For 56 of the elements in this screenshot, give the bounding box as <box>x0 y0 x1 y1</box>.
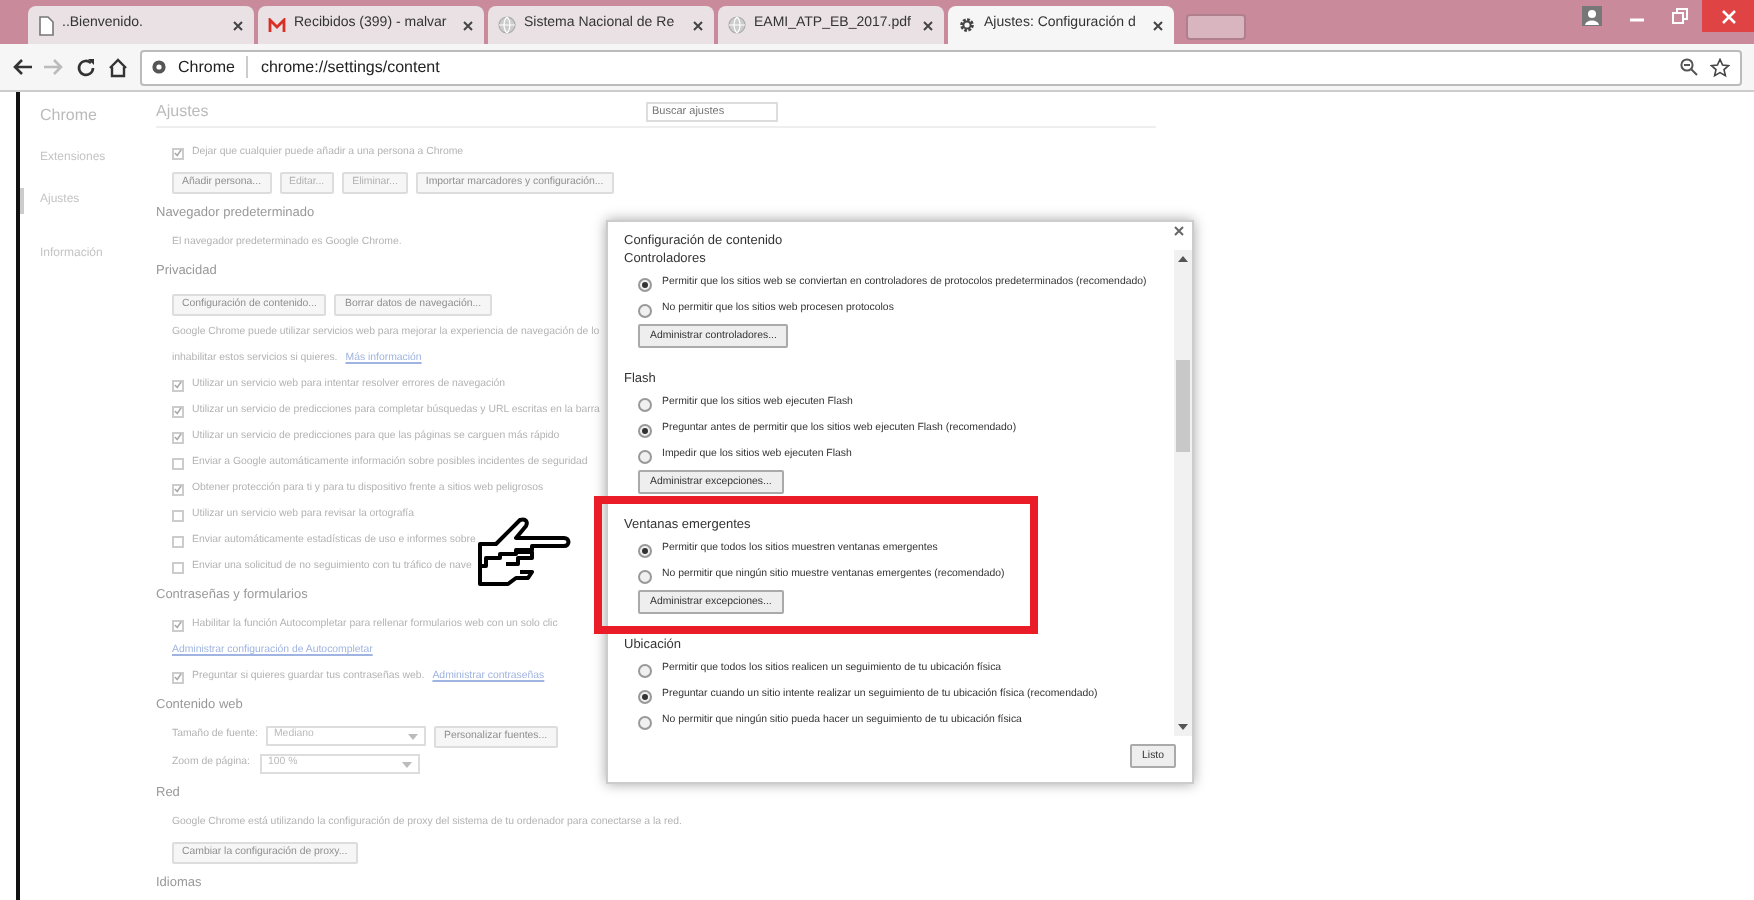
page-icon <box>38 15 54 35</box>
url-scheme-label: Chrome <box>178 55 235 79</box>
close-icon <box>692 19 704 31</box>
url-text: chrome://settings/content <box>260 55 442 79</box>
close-icon <box>232 19 244 31</box>
user-icon <box>1582 6 1602 26</box>
radio-button[interactable] <box>638 397 652 412</box>
sidebar-title: Chrome <box>40 104 99 128</box>
radio-button[interactable] <box>638 543 652 558</box>
home-icon <box>108 57 128 77</box>
checkbox[interactable] <box>172 147 184 159</box>
back-icon <box>12 58 32 76</box>
zoom-icon <box>1680 58 1698 76</box>
radio-button[interactable] <box>638 423 652 438</box>
close-icon <box>1174 226 1184 236</box>
checkbox[interactable] <box>172 431 184 443</box>
close-icon <box>1152 19 1164 31</box>
checkbox[interactable] <box>172 405 184 417</box>
checkbox[interactable] <box>172 671 184 683</box>
caret-icon <box>407 733 418 739</box>
checkbox[interactable] <box>172 483 184 495</box>
radio-button[interactable] <box>638 303 652 318</box>
radio-button[interactable] <box>638 663 652 678</box>
star-icon <box>1710 57 1730 77</box>
gear-icon <box>958 16 976 34</box>
globe-icon <box>728 16 746 34</box>
radio-button[interactable] <box>638 449 652 464</box>
radio-button[interactable] <box>638 715 652 730</box>
address-bar[interactable]: Chrome chrome://settings/content <box>140 49 1742 85</box>
close-icon <box>462 19 474 31</box>
radio-button[interactable] <box>638 569 652 584</box>
reload-icon <box>76 57 96 77</box>
checkbox[interactable] <box>172 457 184 469</box>
pointing-hand-icon <box>476 516 572 592</box>
globe-icon <box>498 16 516 34</box>
close-icon <box>1721 9 1735 23</box>
checkbox[interactable] <box>172 509 184 521</box>
scroll-down-icon <box>1178 724 1188 730</box>
scrollbar-thumb[interactable] <box>1176 360 1190 452</box>
page-title: Ajustes <box>156 99 211 123</box>
forward-icon <box>44 58 64 76</box>
scrollbar[interactable] <box>1174 250 1192 736</box>
new-tab-button[interactable] <box>1186 14 1246 40</box>
checkbox[interactable] <box>172 379 184 391</box>
mail-icon <box>268 17 286 33</box>
checkbox[interactable] <box>172 619 184 631</box>
close-button[interactable] <box>1174 226 1184 236</box>
restore-icon <box>1672 8 1688 24</box>
page-info-icon <box>152 60 166 74</box>
scroll-up-icon <box>1178 256 1188 262</box>
checkbox[interactable] <box>172 561 184 573</box>
radio-button[interactable] <box>638 689 652 704</box>
caret-icon <box>402 761 412 767</box>
close-icon <box>922 19 934 31</box>
checkbox[interactable] <box>172 535 184 547</box>
radio-button[interactable] <box>638 277 652 292</box>
